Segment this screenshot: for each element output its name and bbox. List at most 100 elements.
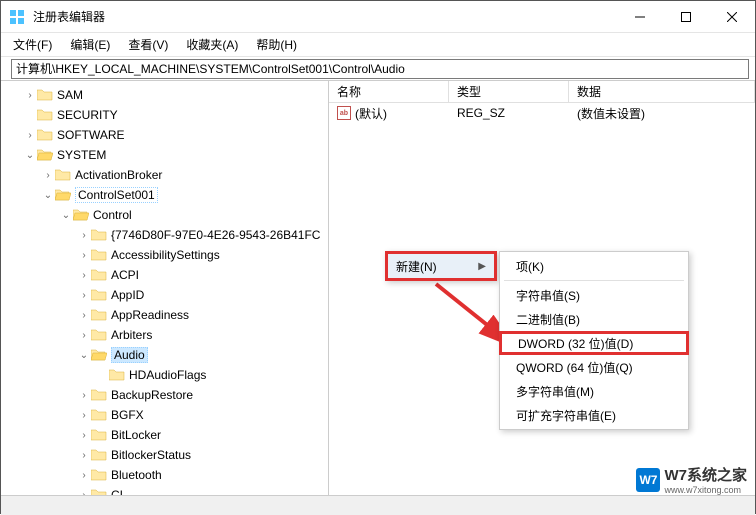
app-icon [9, 9, 25, 25]
tree-label: SYSTEM [57, 148, 106, 162]
menu-item-new[interactable]: 新建(N) ▶ [388, 254, 494, 278]
tree-item[interactable]: ›CI [1, 485, 328, 495]
tree-item[interactable]: › AppID [1, 285, 328, 305]
tree-item[interactable]: › AccessibilitySettings [1, 245, 328, 265]
context-menu-secondary[interactable]: 项(K) 字符串值(S)二进制值(B)DWORD (32 位)值(D)QWORD … [499, 251, 689, 430]
maximize-button[interactable] [663, 1, 709, 33]
tree-item[interactable]: SECURITY [1, 105, 328, 125]
value-row[interactable]: ab (默认) REG_SZ (数值未设置) [329, 103, 755, 123]
tree-label: SECURITY [57, 108, 118, 122]
tree-item[interactable]: › BitLocker [1, 425, 328, 445]
expander-icon[interactable]: ⌄ [41, 190, 55, 201]
tree-label: AccessibilitySettings [111, 248, 220, 262]
tree-view[interactable]: ›SAMSECURITY›SOFTWARE⌄SYSTEM›ActivationB… [1, 81, 329, 495]
expander-icon[interactable]: › [77, 430, 91, 441]
submenu-item[interactable]: DWORD (32 位)值(D) [499, 331, 689, 355]
address-bar [1, 57, 755, 81]
submenu-item[interactable]: 项(K) [500, 254, 688, 278]
status-bar [1, 495, 755, 515]
expander-icon[interactable]: › [23, 90, 37, 101]
tree-item[interactable]: ⌄ Control [1, 205, 328, 225]
context-menu-primary[interactable]: 新建(N) ▶ [385, 251, 497, 281]
value-type: REG_SZ [449, 106, 569, 120]
tree-label: BackupRestore [111, 388, 193, 402]
tree-item[interactable]: › BGFX [1, 405, 328, 425]
expander-icon[interactable]: › [77, 410, 91, 421]
tree-label: BGFX [111, 408, 144, 422]
minimize-button[interactable] [617, 1, 663, 33]
menu-file[interactable]: 文件(F) [5, 34, 60, 55]
tree-item[interactable]: ›{7746D80F-97E0-4E26-9543-26B41FC [1, 225, 328, 245]
submenu-arrow-icon: ▶ [478, 261, 486, 272]
tree-item[interactable]: HDAudioFlags [1, 365, 328, 385]
tree-label: Control [93, 208, 132, 222]
expander-icon[interactable]: › [77, 230, 91, 241]
watermark-icon: W7 [636, 468, 660, 492]
expander-icon[interactable]: ⌄ [59, 210, 73, 221]
submenu-item[interactable]: 字符串值(S) [500, 283, 688, 307]
tree-item[interactable]: ⌄ SYSTEM [1, 145, 328, 165]
tree-item[interactable]: ⌄ ControlSet001 [1, 185, 328, 205]
submenu-item[interactable]: 可扩充字符串值(E) [500, 403, 688, 427]
tree-label: BitlockerStatus [111, 448, 191, 462]
expander-icon[interactable]: › [77, 330, 91, 341]
col-name[interactable]: 名称 [329, 81, 449, 102]
tree-label: ActivationBroker [75, 168, 162, 182]
tree-label: Bluetooth [111, 468, 162, 482]
expander-icon[interactable]: › [77, 250, 91, 261]
tree-item[interactable]: › ActivationBroker [1, 165, 328, 185]
menu-separator [504, 280, 684, 281]
string-value-icon: ab [337, 106, 351, 120]
col-data[interactable]: 数据 [569, 81, 755, 102]
title-bar: 注册表编辑器 [1, 1, 755, 33]
tree-label: AppReadiness [111, 308, 189, 322]
tree-item[interactable]: ›SAM [1, 85, 328, 105]
tree-label: HDAudioFlags [129, 368, 206, 382]
tree-item[interactable]: ⌄ Audio [1, 345, 328, 365]
tree-label: Arbiters [111, 328, 152, 342]
tree-label: SOFTWARE [57, 128, 125, 142]
tree-label: Audio [111, 347, 148, 363]
value-name: (默认) [355, 105, 387, 122]
expander-icon[interactable]: › [77, 390, 91, 401]
menu-favorites[interactable]: 收藏夹(A) [178, 34, 246, 55]
expander-icon[interactable]: › [41, 170, 55, 181]
tree-label: AppID [111, 288, 144, 302]
expander-icon[interactable]: › [77, 450, 91, 461]
expander-icon[interactable]: ⌄ [77, 350, 91, 361]
watermark: W7 W7系统之家 www.w7xitong.com [636, 464, 747, 495]
menu-bar: 文件(F) 编辑(E) 查看(V) 收藏夹(A) 帮助(H) [1, 33, 755, 57]
expander-icon[interactable]: › [77, 490, 91, 496]
list-header: 名称 类型 数据 [329, 81, 755, 103]
tree-item[interactable]: › BackupRestore [1, 385, 328, 405]
menu-item-new-label: 新建(N) [396, 258, 437, 275]
submenu-item[interactable]: 多字符串值(M) [500, 379, 688, 403]
watermark-text: W7系统之家 [664, 464, 747, 485]
tree-item[interactable]: › Bluetooth [1, 465, 328, 485]
tree-item[interactable]: › AppReadiness [1, 305, 328, 325]
tree-item[interactable]: › SOFTWARE [1, 125, 328, 145]
tree-item[interactable]: › Arbiters [1, 325, 328, 345]
submenu-item[interactable]: QWORD (64 位)值(Q) [500, 355, 688, 379]
tree-label: ControlSet001 [75, 187, 158, 203]
menu-edit[interactable]: 编辑(E) [62, 34, 118, 55]
menu-help[interactable]: 帮助(H) [248, 34, 305, 55]
window-title: 注册表编辑器 [33, 8, 617, 25]
watermark-url: www.w7xitong.com [664, 485, 747, 495]
submenu-item[interactable]: 二进制值(B) [500, 307, 688, 331]
expander-icon[interactable]: ⌄ [23, 150, 37, 161]
expander-icon[interactable]: › [77, 470, 91, 481]
expander-icon[interactable]: › [23, 130, 37, 141]
address-input[interactable] [11, 59, 749, 79]
expander-icon[interactable]: › [77, 270, 91, 281]
tree-label: BitLocker [111, 428, 161, 442]
value-data: (数值未设置) [569, 105, 755, 122]
menu-view[interactable]: 查看(V) [120, 34, 176, 55]
col-type[interactable]: 类型 [449, 81, 569, 102]
tree-item[interactable]: › ACPI [1, 265, 328, 285]
tree-item[interactable]: › BitlockerStatus [1, 445, 328, 465]
expander-icon[interactable]: › [77, 290, 91, 301]
close-button[interactable] [709, 1, 755, 33]
tree-label: ACPI [111, 268, 139, 282]
expander-icon[interactable]: › [77, 310, 91, 321]
